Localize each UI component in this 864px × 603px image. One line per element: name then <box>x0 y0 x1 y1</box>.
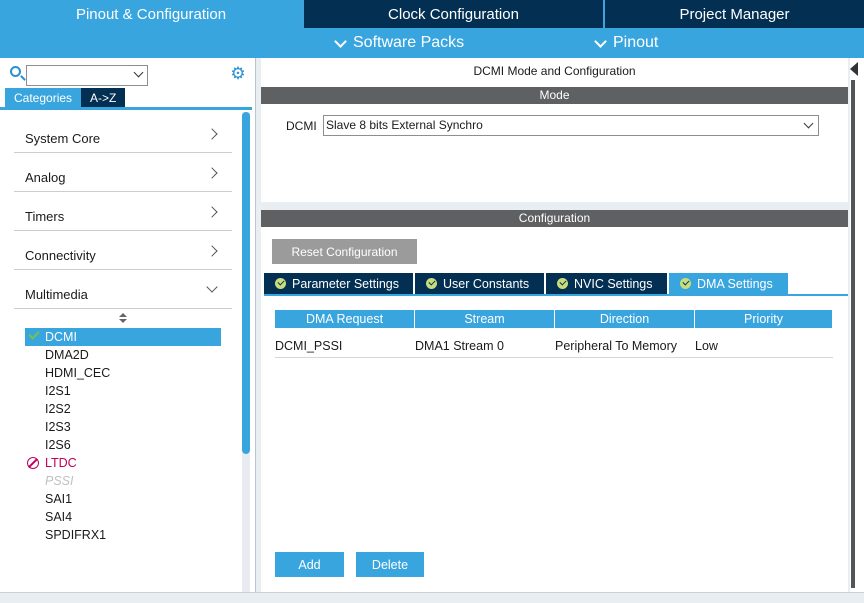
search-row: ⚙ <box>8 63 248 86</box>
configuration-tabs: Parameter Settings User Constants NVIC S… <box>264 273 790 294</box>
category-multimedia[interactable]: Multimedia <box>14 270 232 309</box>
cell-dma-request: DCMI_PSSI <box>275 339 343 353</box>
list-item-pssi: PSSI <box>45 474 74 488</box>
collapse-arrow-icon[interactable] <box>850 62 858 76</box>
reset-configuration-button[interactable]: Reset Configuration <box>272 239 417 264</box>
pinout-label: Pinout <box>613 34 659 51</box>
list-item-i2s6[interactable]: I2S6 <box>25 436 221 454</box>
column-header-priority[interactable]: Priority <box>695 310 832 328</box>
search-icon[interactable] <box>10 66 21 77</box>
check-circle-icon <box>275 278 286 289</box>
category-panel: ⚙ Categories A->Z System Core Analog Tim… <box>0 58 256 592</box>
pinout-menu[interactable]: Pinout <box>594 34 659 52</box>
left-scrollbar[interactable] <box>242 112 250 592</box>
mode-panel: DCMI Mode and Configuration Mode DCMI Sl… <box>261 58 848 202</box>
tab-underline <box>264 294 848 296</box>
gear-icon[interactable]: ⚙ <box>230 65 246 82</box>
category-list: System Core Analog Timers Connectivity M… <box>14 114 232 309</box>
chevron-right-icon <box>206 167 218 179</box>
check-circle-icon <box>426 278 437 289</box>
column-header-dma-request[interactable]: DMA Request <box>275 310 414 328</box>
list-item-dma2d[interactable]: DMA2D <box>25 346 221 364</box>
dcmi-mode-select[interactable]: Slave 8 bits External Synchro <box>323 115 819 136</box>
mode-header: Mode <box>261 87 848 104</box>
cell-priority: Low <box>695 339 718 353</box>
tab-clock-configuration[interactable]: Clock Configuration <box>304 0 605 28</box>
top-tab-bar: Pinout & Configuration Clock Configurati… <box>0 0 864 28</box>
list-item-i2s3[interactable]: I2S3 <box>25 418 221 436</box>
chevron-down-icon <box>803 118 814 129</box>
splitter-bar[interactable] <box>851 80 855 588</box>
divider <box>0 107 252 110</box>
configuration-panel: Configuration Reset Configuration Parame… <box>261 210 848 592</box>
category-analog[interactable]: Analog <box>14 153 232 192</box>
tab-project-manager[interactable]: Project Manager <box>605 0 864 28</box>
tab-parameter-settings[interactable]: Parameter Settings <box>264 273 413 294</box>
cell-stream: DMA1 Stream 0 <box>415 339 504 353</box>
list-item-i2s1[interactable]: I2S1 <box>25 382 221 400</box>
list-item-spdifrx1[interactable]: SPDIFRX1 <box>25 526 221 544</box>
delete-button[interactable]: Delete <box>356 552 424 577</box>
right-collapse-bar <box>850 58 864 592</box>
tab-a-z[interactable]: A->Z <box>81 88 126 107</box>
tab-categories[interactable]: Categories <box>5 88 82 107</box>
column-header-direction[interactable]: Direction <box>555 310 694 328</box>
tab-nvic-settings[interactable]: NVIC Settings <box>546 273 667 294</box>
list-item-sai4[interactable]: SAI4 <box>25 508 221 526</box>
sort-icon[interactable] <box>118 312 128 326</box>
chevron-down-icon <box>206 281 218 293</box>
dma-table: DMA Request Stream Direction Priority DC… <box>275 310 833 358</box>
list-item-hdmi-cec[interactable]: HDMI_CEC <box>25 364 221 382</box>
chevron-right-icon <box>206 128 218 140</box>
check-circle-icon <box>680 278 691 289</box>
list-item-ltdc[interactable]: LTDC <box>25 454 221 472</box>
tab-user-constants[interactable]: User Constants <box>415 273 544 294</box>
sub-menu-bar: Software Packs Pinout <box>0 28 864 58</box>
list-item-sai1[interactable]: SAI1 <box>25 490 221 508</box>
category-connectivity[interactable]: Connectivity <box>14 231 232 270</box>
scrollbar-thumb[interactable] <box>242 112 250 454</box>
check-icon <box>28 328 40 340</box>
view-tabs: Categories A->Z <box>5 88 126 107</box>
chevron-right-icon <box>206 206 218 218</box>
column-header-stream[interactable]: Stream <box>415 310 554 328</box>
table-row[interactable]: DCMI_PSSI DMA1 Stream 0 Peripheral To Me… <box>275 336 833 358</box>
configuration-header: Configuration <box>261 210 848 227</box>
software-packs-menu[interactable]: Software Packs <box>334 34 465 52</box>
chevron-down-icon[interactable] <box>133 67 144 78</box>
bottom-strip <box>0 592 864 603</box>
cell-direction: Peripheral To Memory <box>555 339 678 353</box>
dcmi-label: DCMI <box>286 119 317 133</box>
check-circle-icon <box>557 278 568 289</box>
chevron-down-icon <box>334 34 347 48</box>
list-item-i2s2[interactable]: I2S2 <box>25 400 221 418</box>
table-header: DMA Request Stream Direction Priority <box>275 310 833 328</box>
tab-pinout-configuration[interactable]: Pinout & Configuration <box>0 0 304 28</box>
software-packs-label: Software Packs <box>353 34 465 51</box>
panel-title: DCMI Mode and Configuration <box>473 64 636 78</box>
blocked-icon <box>27 457 39 469</box>
chevron-down-icon <box>594 34 607 48</box>
add-button[interactable]: Add <box>275 552 344 577</box>
peripheral-list: DCMI DMA2D HDMI_CEC I2S1 I2S2 I2S3 I2S6 … <box>25 328 221 544</box>
list-item-dcmi[interactable]: DCMI <box>25 328 221 346</box>
category-system-core[interactable]: System Core <box>14 114 232 153</box>
category-timers[interactable]: Timers <box>14 192 232 231</box>
tab-dma-settings[interactable]: DMA Settings <box>669 273 788 294</box>
chevron-right-icon <box>206 245 218 257</box>
